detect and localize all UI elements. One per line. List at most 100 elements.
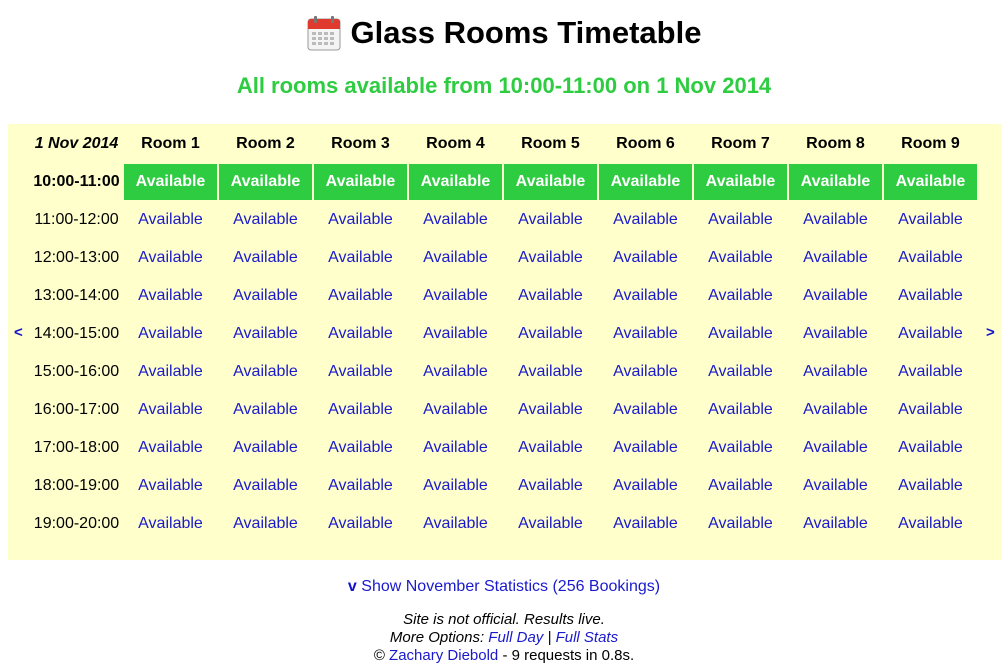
room-availability-cell[interactable]: Available: [694, 468, 787, 504]
room-availability-cell[interactable]: Available: [219, 316, 312, 352]
room-availability-cell[interactable]: Available: [124, 506, 217, 542]
room-availability-cell[interactable]: Available: [409, 316, 502, 352]
room-availability-cell[interactable]: Available: [694, 240, 787, 276]
room-availability-cell[interactable]: Available: [504, 506, 597, 542]
room-availability-cell[interactable]: Available: [409, 164, 502, 200]
room-availability-cell[interactable]: Available: [694, 392, 787, 428]
room-availability-cell[interactable]: Available: [694, 278, 787, 314]
room-availability-cell[interactable]: Available: [314, 354, 407, 390]
room-availability-cell[interactable]: Available: [789, 354, 882, 390]
room-availability-cell[interactable]: Available: [219, 468, 312, 504]
full-day-link[interactable]: Full Day: [488, 629, 543, 646]
room-availability-cell[interactable]: Available: [219, 392, 312, 428]
room-availability-cell[interactable]: Available: [219, 240, 312, 276]
room-availability-cell[interactable]: Available: [314, 202, 407, 238]
room-availability-cell[interactable]: Available: [884, 354, 977, 390]
room-availability-cell[interactable]: Available: [884, 202, 977, 238]
room-availability-cell[interactable]: Available: [884, 278, 977, 314]
room-availability-cell[interactable]: Available: [219, 202, 312, 238]
room-availability-cell[interactable]: Available: [504, 240, 597, 276]
room-availability-cell[interactable]: Available: [504, 278, 597, 314]
room-availability-cell[interactable]: Available: [599, 468, 692, 504]
room-availability-cell[interactable]: Available: [314, 316, 407, 352]
room-availability-cell[interactable]: Available: [694, 506, 787, 542]
room-availability-cell[interactable]: Available: [409, 468, 502, 504]
room-availability-cell[interactable]: Available: [314, 278, 407, 314]
room-availability-cell[interactable]: Available: [504, 202, 597, 238]
next-day-arrow[interactable]: >: [986, 324, 995, 341]
date-label: 1 Nov 2014: [31, 126, 122, 162]
room-availability-cell[interactable]: Available: [599, 202, 692, 238]
room-availability-cell[interactable]: Available: [124, 240, 217, 276]
room-availability-cell[interactable]: Available: [504, 316, 597, 352]
room-availability-cell[interactable]: Available: [884, 392, 977, 428]
show-statistics-link[interactable]: Show November Statistics (256 Bookings): [361, 578, 660, 595]
room-availability-cell[interactable]: Available: [694, 430, 787, 466]
room-availability-cell[interactable]: Available: [219, 278, 312, 314]
room-availability-cell[interactable]: Available: [504, 392, 597, 428]
full-stats-link[interactable]: Full Stats: [556, 629, 619, 646]
room-availability-cell[interactable]: Available: [219, 430, 312, 466]
room-availability-cell[interactable]: Available: [694, 316, 787, 352]
room-availability-cell[interactable]: Available: [314, 430, 407, 466]
room-availability-cell[interactable]: Available: [124, 430, 217, 466]
room-availability-cell[interactable]: Available: [504, 354, 597, 390]
room-availability-cell[interactable]: Available: [124, 202, 217, 238]
room-availability-cell[interactable]: Available: [124, 354, 217, 390]
room-availability-cell[interactable]: Available: [789, 468, 882, 504]
prev-day-arrow[interactable]: <: [14, 324, 23, 341]
room-availability-cell[interactable]: Available: [789, 506, 882, 542]
room-availability-cell[interactable]: Available: [599, 316, 692, 352]
room-availability-cell[interactable]: Available: [789, 392, 882, 428]
room-availability-cell[interactable]: Available: [504, 430, 597, 466]
room-availability-cell[interactable]: Available: [504, 164, 597, 200]
room-availability-cell[interactable]: Available: [314, 506, 407, 542]
room-availability-cell[interactable]: Available: [409, 506, 502, 542]
room-availability-cell[interactable]: Available: [124, 392, 217, 428]
room-availability-cell[interactable]: Available: [599, 430, 692, 466]
room-availability-cell[interactable]: Available: [694, 354, 787, 390]
room-availability-cell[interactable]: Available: [599, 278, 692, 314]
room-availability-cell[interactable]: Available: [409, 430, 502, 466]
room-availability-cell[interactable]: Available: [504, 468, 597, 504]
room-availability-cell[interactable]: Available: [884, 164, 977, 200]
room-availability-cell[interactable]: Available: [789, 202, 882, 238]
room-availability-cell[interactable]: Available: [124, 316, 217, 352]
room-availability-cell[interactable]: Available: [409, 392, 502, 428]
room-availability-cell[interactable]: Available: [219, 164, 312, 200]
room-availability-cell[interactable]: Available: [409, 278, 502, 314]
room-availability-cell[interactable]: Available: [694, 202, 787, 238]
room-availability-cell[interactable]: Available: [884, 240, 977, 276]
room-availability-cell[interactable]: Available: [409, 202, 502, 238]
room-availability-cell[interactable]: Available: [599, 164, 692, 200]
room-availability-cell[interactable]: Available: [884, 506, 977, 542]
room-availability-cell[interactable]: Available: [124, 468, 217, 504]
room-availability-cell[interactable]: Available: [219, 506, 312, 542]
room-availability-cell[interactable]: Available: [884, 468, 977, 504]
room-availability-cell[interactable]: Available: [884, 316, 977, 352]
room-availability-cell[interactable]: Available: [599, 354, 692, 390]
room-availability-cell[interactable]: Available: [789, 316, 882, 352]
room-availability-cell[interactable]: Available: [409, 354, 502, 390]
expand-chevron-icon[interactable]: v: [348, 578, 357, 595]
room-availability-cell[interactable]: Available: [599, 506, 692, 542]
room-availability-cell[interactable]: Available: [599, 240, 692, 276]
room-availability-cell[interactable]: Available: [789, 164, 882, 200]
room-availability-cell[interactable]: Available: [884, 430, 977, 466]
room-availability-cell[interactable]: Available: [314, 240, 407, 276]
room-availability-cell[interactable]: Available: [409, 240, 502, 276]
room-availability-cell[interactable]: Available: [124, 164, 217, 200]
statistics-toggle[interactable]: v Show November Statistics (256 Bookings…: [0, 578, 1008, 596]
room-availability-cell[interactable]: Available: [789, 240, 882, 276]
room-availability-cell[interactable]: Available: [314, 392, 407, 428]
author-link[interactable]: Zachary Diebold: [389, 647, 498, 664]
time-slot-label: 19:00-20:00: [31, 506, 122, 542]
room-availability-cell[interactable]: Available: [694, 164, 787, 200]
room-availability-cell[interactable]: Available: [599, 392, 692, 428]
room-availability-cell[interactable]: Available: [789, 278, 882, 314]
room-availability-cell[interactable]: Available: [124, 278, 217, 314]
room-availability-cell[interactable]: Available: [219, 354, 312, 390]
room-availability-cell[interactable]: Available: [789, 430, 882, 466]
room-availability-cell[interactable]: Available: [314, 164, 407, 200]
room-availability-cell[interactable]: Available: [314, 468, 407, 504]
